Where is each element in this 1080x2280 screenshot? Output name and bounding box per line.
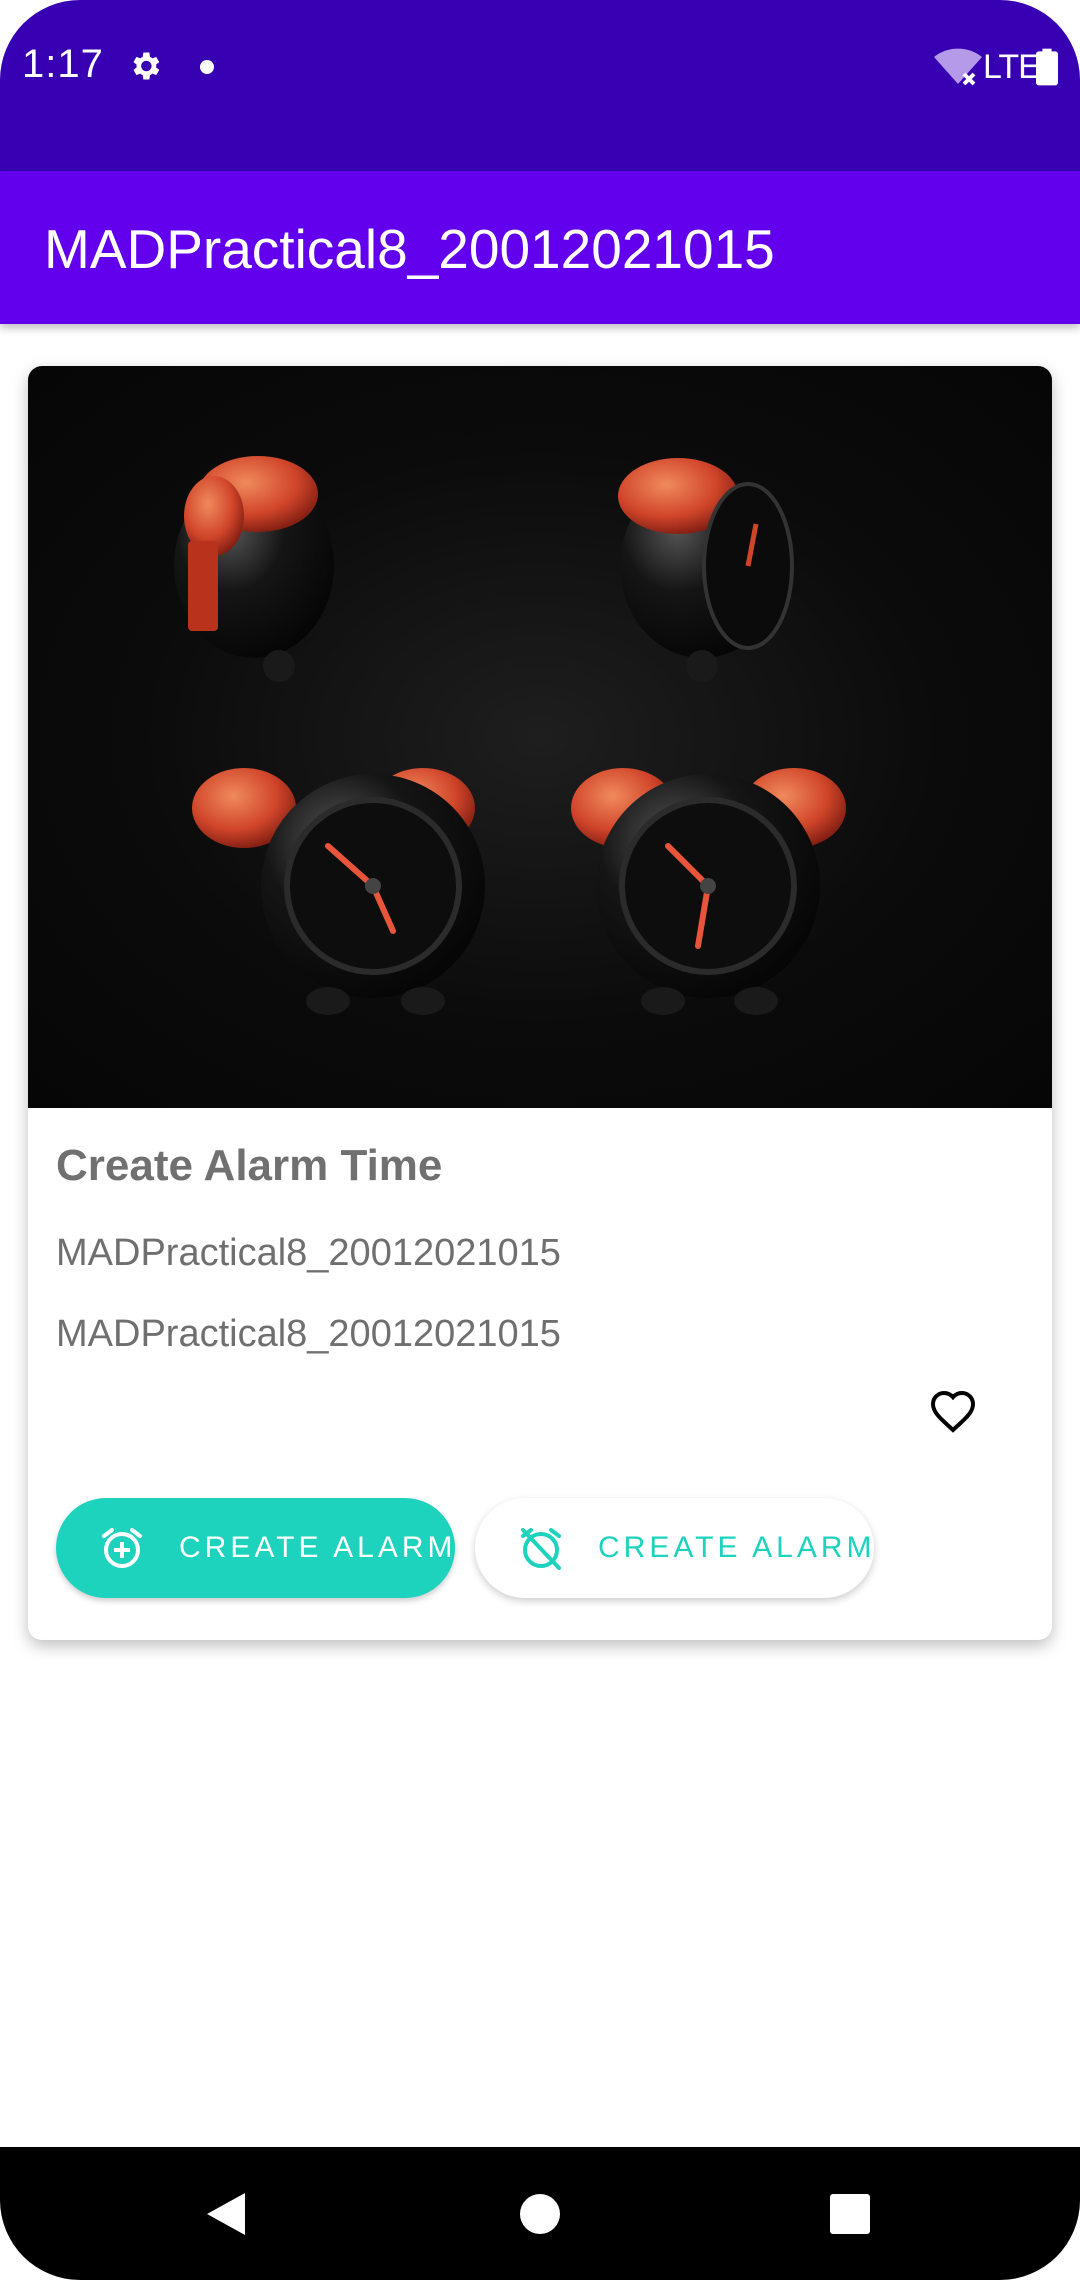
home-icon[interactable] [520,2194,560,2234]
clock-top-right [618,458,794,682]
clock-bottom-right [571,768,846,1015]
alarm-card: Create Alarm Time MADPractical8_20012021… [28,366,1052,1640]
network-type: LTE [983,48,1041,86]
navigation-bar [0,2147,1080,2280]
clock-top-left [174,456,334,682]
alarm-off-icon [521,1528,561,1570]
status-time: 1:17 [22,42,104,86]
create-alarm-button[interactable]: CREATE ALARM [56,1498,455,1598]
create-alarm-outlined-label: CREATE ALARM [598,1531,876,1564]
recents-icon[interactable] [830,2194,870,2234]
favorite-button[interactable] [918,1376,988,1446]
card-body-text: MADPractical8_20012021015 [56,1313,561,1355]
alarm-clocks-image [174,456,846,1015]
notification-dot-icon [200,60,214,74]
back-icon[interactable] [205,2191,247,2237]
battery-icon [1036,48,1058,86]
card-subtitle: MADPractical8_20012021015 [56,1232,561,1274]
clock-bottom-left [192,768,485,1015]
create-alarm-outlined-button[interactable]: CREATE ALARM [475,1498,874,1598]
heart-outline-icon [930,1390,976,1433]
wifi-off-icon [934,48,982,86]
card-title: Create Alarm Time [56,1141,443,1190]
alarm-add-icon [102,1528,142,1568]
status-bar: 1:17 LTE [0,0,1080,171]
app-bar: MADPractical8_20012021015 [0,171,1080,324]
page-title: MADPractical8_20012021015 [44,218,775,280]
card-media [28,366,1052,1108]
gear-icon [133,52,160,80]
create-alarm-label: CREATE ALARM [179,1531,457,1564]
phone-screen: 1:17 LTE MADPractical8_20012021015 Creat… [0,0,1080,2280]
